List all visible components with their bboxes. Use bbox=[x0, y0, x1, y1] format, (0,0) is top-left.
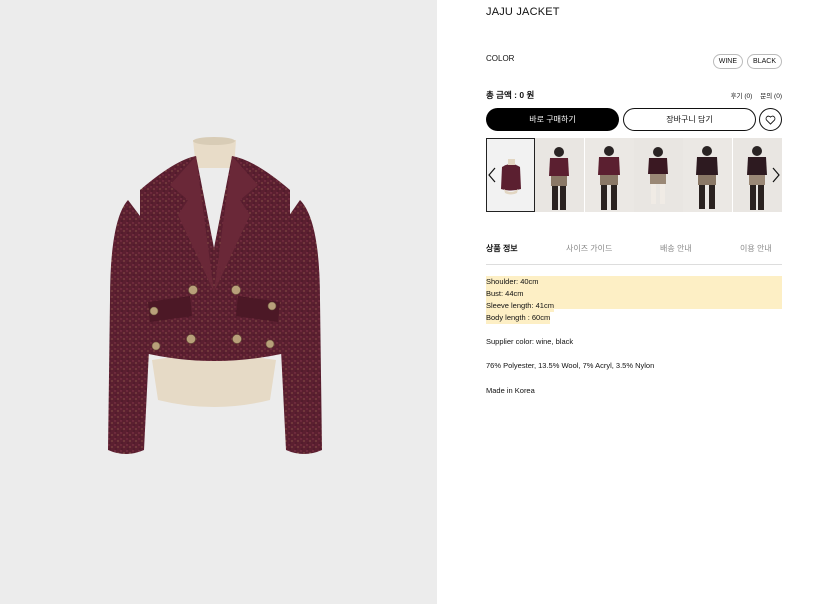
add-to-cart-button[interactable]: 장바구니 담기 bbox=[623, 108, 756, 131]
tab-shipping[interactable]: 배송 안내 bbox=[660, 243, 692, 254]
heart-outline-icon bbox=[765, 115, 776, 125]
measurement-body-length: Body length : 60cm bbox=[486, 312, 551, 324]
review-qna-links: 후기 (0) 문의 (0) bbox=[731, 90, 782, 100]
thumbnail-item[interactable] bbox=[584, 138, 634, 212]
buy-now-button[interactable]: 바로 구매하기 bbox=[486, 108, 619, 131]
qna-link[interactable]: 문의 (0) bbox=[760, 90, 782, 100]
reviews-link[interactable]: 후기 (0) bbox=[731, 90, 753, 100]
tab-usage[interactable]: 이용 안내 bbox=[740, 243, 772, 254]
thumbnail-model-image bbox=[584, 138, 634, 212]
product-hero-image bbox=[0, 0, 437, 604]
thumbnail-item[interactable] bbox=[535, 138, 585, 212]
thumbnail-model-image bbox=[633, 138, 683, 212]
measurement-shoulder: Shoulder: 40cm bbox=[486, 276, 539, 288]
tab-product-info[interactable]: 상품 정보 bbox=[486, 243, 518, 254]
chevron-right-icon[interactable] bbox=[770, 166, 782, 184]
color-option-wine[interactable]: WINE bbox=[712, 54, 744, 69]
jacket-illustration bbox=[108, 137, 322, 454]
total-price: 총 금액 : 0 원 bbox=[486, 90, 535, 100]
origin: Made in Korea bbox=[486, 386, 535, 395]
chevron-left-icon[interactable] bbox=[486, 166, 498, 184]
color-options: WINE BLACK bbox=[712, 54, 782, 69]
purchase-actions: 바로 구매하기 장바구니 담기 bbox=[486, 108, 782, 131]
thumbnail-model-image bbox=[535, 138, 585, 212]
thumbnail-carousel bbox=[486, 138, 782, 212]
color-option-black[interactable]: BLACK bbox=[747, 54, 782, 69]
wishlist-button[interactable] bbox=[759, 108, 782, 131]
supplier-color: Supplier color: wine, black bbox=[486, 337, 574, 346]
product-detail-panel: JAJU JACKET COLOR WINE BLACK 총 금액 : 0 원 … bbox=[486, 0, 782, 604]
measurement-bust: Bust: 44cm bbox=[486, 288, 524, 300]
thumbnail-item[interactable] bbox=[683, 138, 733, 212]
detail-tabs: 상품 정보 사이즈 가이드 배송 안내 이용 안내 bbox=[486, 243, 782, 265]
color-label: COLOR bbox=[486, 54, 515, 63]
product-title: JAJU JACKET bbox=[486, 6, 560, 18]
measurement-sleeve: Sleeve length: 41cm bbox=[486, 300, 554, 312]
tab-size-guide[interactable]: 사이즈 가이드 bbox=[566, 243, 612, 254]
thumbnail-item[interactable] bbox=[633, 138, 683, 212]
thumbnail-model-image bbox=[683, 138, 733, 212]
composition: 76% Polyester, 13.5% Wool, 7% Acryl, 3.5… bbox=[486, 361, 655, 370]
